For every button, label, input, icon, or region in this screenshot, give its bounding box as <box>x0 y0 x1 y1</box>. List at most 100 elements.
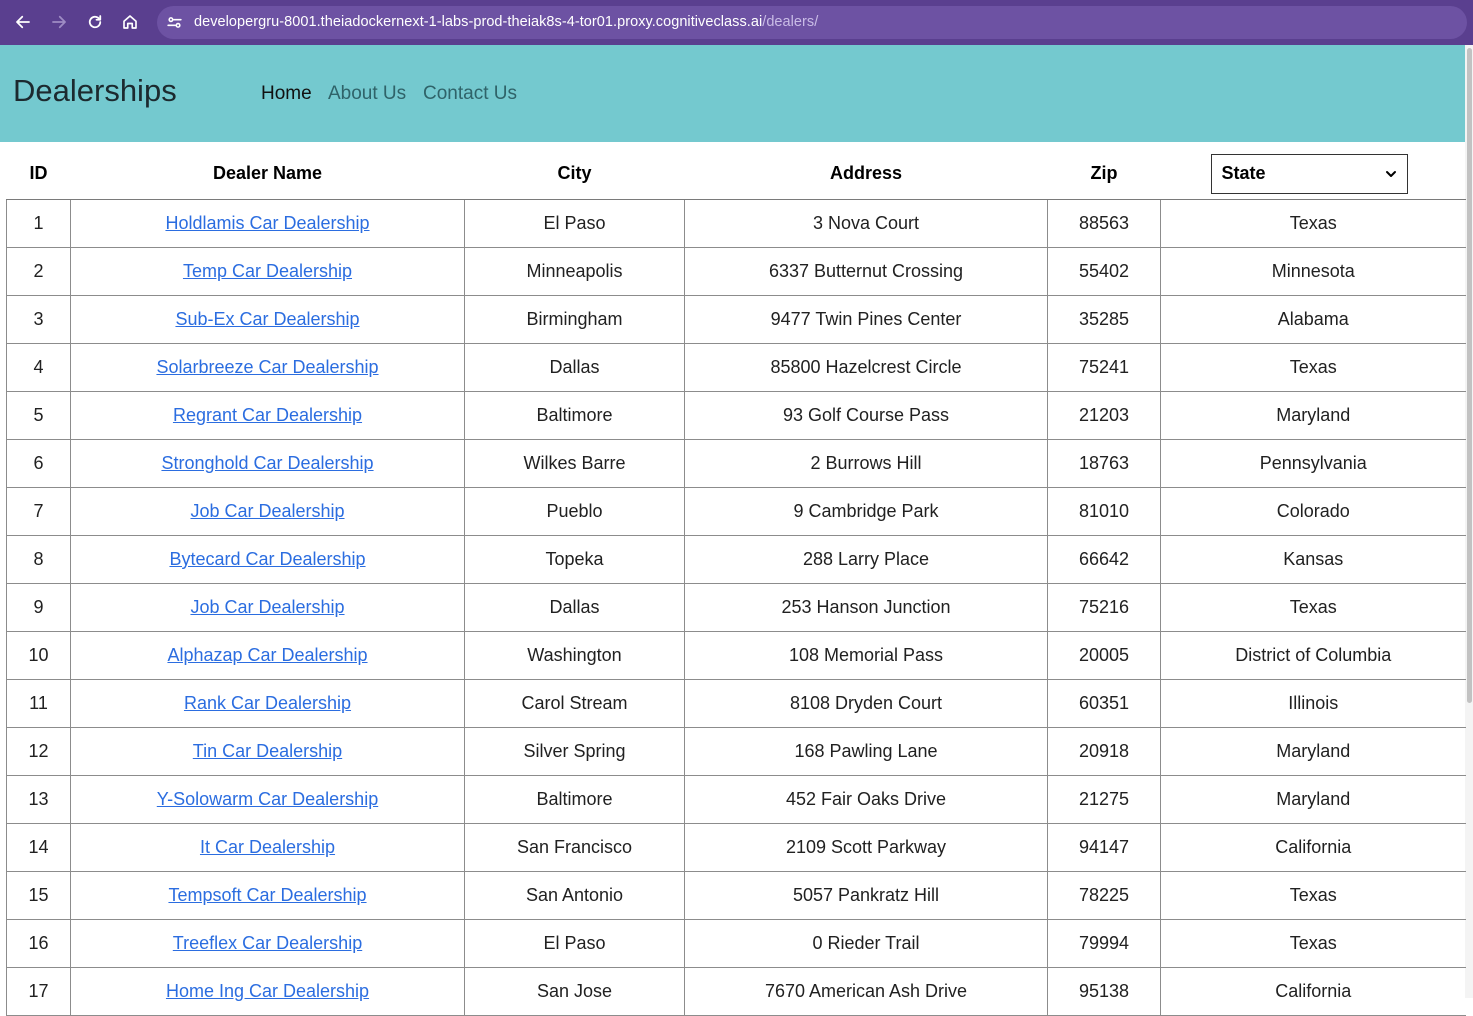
table-row: 16 Treeflex Car Dealership El Paso 0 Rieder… <box>6 919 1466 968</box>
cell-address: 168 Pawling Lane <box>684 727 1048 776</box>
cell-state: Illinois <box>1160 679 1466 728</box>
cell-dealer-name: Rank Car Dealership <box>70 679 465 728</box>
cell-city: Carol Stream <box>464 679 685 728</box>
cell-state: Maryland <box>1160 727 1466 776</box>
cell-id: 15 <box>6 871 71 920</box>
dealer-name-link[interactable]: Treeflex Car Dealership <box>173 933 362 953</box>
cell-zip: 66642 <box>1047 535 1161 584</box>
cell-id: 12 <box>6 727 71 776</box>
table-row: 14 It Car Dealership San Francisco 2109 Sco… <box>6 823 1466 872</box>
dealer-name-link[interactable]: Job Car Dealership <box>190 597 344 617</box>
cell-id: 3 <box>6 295 71 344</box>
column-header-dealer-name: Dealer Name <box>70 148 465 200</box>
dealer-name-link[interactable]: It Car Dealership <box>200 837 335 857</box>
cell-dealer-name: Regrant Car Dealership <box>70 391 465 440</box>
cell-id: 14 <box>6 823 71 872</box>
back-icon[interactable] <box>10 9 36 35</box>
cell-state: Texas <box>1160 871 1466 920</box>
url-host: developergru-8001.theiadockernext-1-labs… <box>194 14 763 30</box>
cell-state: Texas <box>1160 343 1466 392</box>
dealer-name-link[interactable]: Solarbreeze Car Dealership <box>156 357 378 377</box>
cell-zip: 21203 <box>1047 391 1161 440</box>
cell-city: Minneapolis <box>464 247 685 296</box>
cell-address: 288 Larry Place <box>684 535 1048 584</box>
cell-id: 10 <box>6 631 71 680</box>
dealer-name-link[interactable]: Sub-Ex Car Dealership <box>175 309 359 329</box>
cell-state: California <box>1160 967 1466 1016</box>
dealer-name-link[interactable]: Home Ing Car Dealership <box>166 981 369 1001</box>
dealer-name-link[interactable]: Stronghold Car Dealership <box>161 453 373 473</box>
table-row: 2 Temp Car Dealership Minneapolis 6337 Butt… <box>6 247 1466 296</box>
cell-dealer-name: Bytecard Car Dealership <box>70 535 465 584</box>
dealer-name-link[interactable]: Bytecard Car Dealership <box>169 549 365 569</box>
dealer-name-link[interactable]: Alphazap Car Dealership <box>167 645 367 665</box>
table-row: 17 Home Ing Car Dealership San Jose 7670 Am… <box>6 967 1466 1016</box>
cell-address: 452 Fair Oaks Drive <box>684 775 1048 824</box>
browser-toolbar: developergru-8001.theiadockernext-1-labs… <box>0 0 1473 45</box>
table-row: 13 Y-Solowarm Car Dealership Baltimore 452 … <box>6 775 1466 824</box>
cell-zip: 75241 <box>1047 343 1161 392</box>
cell-city: Baltimore <box>464 775 685 824</box>
table-row: 5 Regrant Car Dealership Baltimore 93 Golf … <box>6 391 1466 440</box>
dealer-name-link[interactable]: Tin Car Dealership <box>193 741 342 761</box>
cell-dealer-name: Holdlamis Car Dealership <box>70 199 465 248</box>
cell-city: Pueblo <box>464 487 685 536</box>
forward-icon[interactable] <box>46 9 72 35</box>
cell-zip: 78225 <box>1047 871 1161 920</box>
cell-dealer-name: It Car Dealership <box>70 823 465 872</box>
cell-city: Dallas <box>464 583 685 632</box>
dealer-name-link[interactable]: Y-Solowarm Car Dealership <box>157 789 378 809</box>
cell-id: 6 <box>6 439 71 488</box>
table-row: 1 Holdlamis Car Dealership El Paso 3 Nova C… <box>6 199 1466 248</box>
cell-zip: 20918 <box>1047 727 1161 776</box>
dealer-name-link[interactable]: Temp Car Dealership <box>183 261 352 281</box>
state-filter-value: State <box>1221 163 1266 183</box>
cell-city: Wilkes Barre <box>464 439 685 488</box>
column-header-address: Address <box>684 148 1048 200</box>
scrollbar-thumb[interactable] <box>1467 48 1472 703</box>
cell-zip: 88563 <box>1047 199 1161 248</box>
site-info-icon[interactable] <box>166 14 183 31</box>
cell-city: Silver Spring <box>464 727 685 776</box>
table-header-row: ID Dealer Name City Address Zip State <box>6 148 1466 200</box>
column-header-zip: Zip <box>1047 148 1161 200</box>
cell-city: Washington <box>464 631 685 680</box>
table-row: 4 Solarbreeze Car Dealership Dallas 85800 H… <box>6 343 1466 392</box>
table-row: 10 Alphazap Car Dealership Washington 108 M… <box>6 631 1466 680</box>
cell-city: San Francisco <box>464 823 685 872</box>
address-bar[interactable]: developergru-8001.theiadockernext-1-labs… <box>157 6 1467 39</box>
column-header-id: ID <box>6 148 71 200</box>
table-row: 9 Job Car Dealership Dallas 253 Hanson Junc… <box>6 583 1466 632</box>
nav-contact-link[interactable]: Contact Us <box>423 83 517 105</box>
table-row: 15 Tempsoft Car Dealership San Antonio 5057… <box>6 871 1466 920</box>
dealer-name-link[interactable]: Rank Car Dealership <box>184 693 351 713</box>
nav-about-link[interactable]: About Us <box>328 83 406 105</box>
cell-city: El Paso <box>464 919 685 968</box>
state-filter-select[interactable]: State <box>1210 153 1408 194</box>
reload-icon[interactable] <box>82 9 108 35</box>
cell-id: 4 <box>6 343 71 392</box>
table-row: 8 Bytecard Car Dealership Topeka 288 Larry … <box>6 535 1466 584</box>
dealer-name-link[interactable]: Regrant Car Dealership <box>173 405 362 425</box>
home-icon[interactable] <box>117 9 143 35</box>
table-row: 11 Rank Car Dealership Carol Stream 8108 Dr… <box>6 679 1466 728</box>
dealer-name-link[interactable]: Holdlamis Car Dealership <box>165 213 369 233</box>
cell-state: District of Columbia <box>1160 631 1466 680</box>
cell-dealer-name: Y-Solowarm Car Dealership <box>70 775 465 824</box>
cell-address: 93 Golf Course Pass <box>684 391 1048 440</box>
cell-state: Alabama <box>1160 295 1466 344</box>
column-header-state: State <box>1160 148 1466 200</box>
dealer-name-link[interactable]: Tempsoft Car Dealership <box>168 885 366 905</box>
cell-dealer-name: Solarbreeze Car Dealership <box>70 343 465 392</box>
dealer-name-link[interactable]: Job Car Dealership <box>190 501 344 521</box>
cell-zip: 35285 <box>1047 295 1161 344</box>
table-row: 6 Stronghold Car Dealership Wilkes Barre 2 … <box>6 439 1466 488</box>
table-row: 3 Sub-Ex Car Dealership Birmingham 9477 Twi… <box>6 295 1466 344</box>
dealers-table-container: ID Dealer Name City Address Zip State 1 H… <box>6 148 1466 1016</box>
cell-dealer-name: Tin Car Dealership <box>70 727 465 776</box>
page-title: Dealerships <box>13 73 177 108</box>
cell-id: 9 <box>6 583 71 632</box>
cell-state: California <box>1160 823 1466 872</box>
nav-home-link[interactable]: Home <box>261 83 312 105</box>
cell-address: 6337 Butternut Crossing <box>684 247 1048 296</box>
